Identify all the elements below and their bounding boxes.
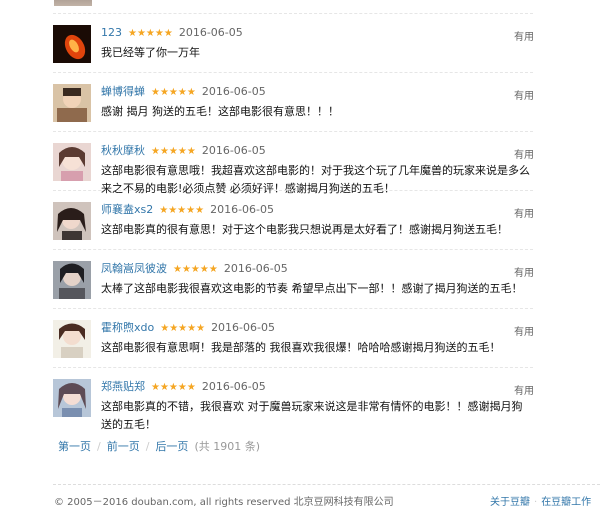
comment-list: 123 ★★★★★ 2016-06-05 有用 我已经等了你一万年 蝉博得蝉 ★★★★… [0, 14, 600, 431]
username-link[interactable]: 郑燕贴郑 [101, 380, 145, 393]
avatar[interactable] [53, 84, 91, 122]
avatar[interactable] [53, 261, 91, 299]
comment-item: 123 ★★★★★ 2016-06-05 有用 我已经等了你一万年 [53, 14, 534, 73]
pager-separator: / [97, 440, 101, 453]
rating-stars: ★★★★★ [151, 382, 196, 393]
comment-date: 2016-06-05 [223, 262, 288, 275]
comment-text: 太棒了这部电影我很喜欢这电影的节奏 希望早点出下一部！！感谢了揭月狗送的五毛！ [101, 282, 523, 295]
jobs-link[interactable]: 在豆瓣工作 [541, 497, 591, 508]
footer-links: 关于豆瓣 · 在豆瓣工作 [490, 493, 591, 508]
comment-text: 我已经等了你一万年 [101, 46, 200, 59]
footer-separator: · [534, 497, 538, 508]
rating-stars: ★★★★★ [173, 264, 218, 275]
comment-meta: 123 ★★★★★ 2016-06-05 [101, 26, 243, 41]
useful-button[interactable]: 有用 [514, 264, 534, 279]
username-link[interactable]: 蝉博得蝉 [101, 85, 145, 98]
username-link[interactable]: 凤翰嵩凤彼波 [101, 262, 167, 275]
rating-stars: ★★★★★ [151, 87, 196, 98]
comment-text: 这部电影很有意思啊！我是部落的 我很喜欢我很爆！哈哈哈感谢揭月狗送的五毛！ [101, 341, 501, 354]
rating-stars: ★★★★★ [160, 323, 206, 334]
comment-date: 2016-06-05 [178, 26, 243, 39]
comment-date: 2016-06-05 [211, 321, 275, 334]
next-page-link[interactable]: 后一页 [155, 440, 188, 453]
about-link[interactable]: 关于豆瓣 [490, 497, 530, 508]
pager-separator: / [145, 440, 150, 453]
username-link[interactable]: 霍称煦xdo [101, 321, 154, 334]
comment-item: 凤翰嵩凤彼波 ★★★★★ 2016-06-05 有用 太棒了这部电影我很喜欢这电影的… [53, 250, 534, 309]
comment-meta: 凤翰嵩凤彼波 ★★★★★ 2016-06-05 [101, 262, 288, 277]
comment-item: 蝉博得蝉 ★★★★★ 2016-06-05 有用 感谢 揭月 狗送的五毛！这部电影很… [53, 73, 534, 132]
comment-text: 感谢 揭月 狗送的五毛！这部电影很有意思！！！ [101, 105, 339, 118]
comment-date: 2016-06-05 [201, 85, 266, 98]
comment-text: 这部电影真的不错，我很喜欢 对于魔兽玩家来说这是非常有情怀的电影！！感谢揭月狗送… [101, 400, 523, 431]
comment-meta: 霍称煦xdo ★★★★★ 2016-06-05 [101, 321, 275, 336]
pagination: 第一页 / 前一页 / 后一页 (共 1901 条) [58, 438, 260, 454]
prev-page-link[interactable]: 前一页 [107, 440, 140, 453]
comment-meta: 秋秋摩秋 ★★★★★ 2016-06-05 [101, 144, 266, 159]
comment-item: 霍称煦xdo ★★★★★ 2016-06-05 有用 这部电影很有意思啊！我是部落的… [53, 309, 534, 368]
avatar[interactable] [53, 202, 91, 240]
useful-button[interactable]: 有用 [514, 382, 534, 397]
useful-button[interactable]: 有用 [514, 28, 534, 43]
comment-date: 2016-06-05 [201, 380, 266, 393]
comment-date: 2016-06-05 [201, 144, 266, 157]
useful-button[interactable]: 有用 [514, 323, 534, 338]
rating-stars: ★★★★★ [128, 28, 173, 39]
comment-text: 这部电影真的很有意思！对于这个电影我只想说再是太好看了！感谢揭月狗送五毛！ [101, 223, 508, 236]
username-link[interactable]: 123 [101, 26, 122, 39]
comment-date: 2016-06-05 [210, 203, 275, 216]
avatar[interactable] [53, 320, 91, 358]
rating-stars: ★★★★★ [151, 146, 196, 157]
previous-comment-fragment [0, 0, 600, 14]
comment-item: 郑燕贴郑 ★★★★★ 2016-06-05 有用 这部电影真的不错，我很喜欢 对于魔… [53, 368, 534, 431]
avatar[interactable] [53, 379, 91, 417]
useful-button[interactable]: 有用 [514, 205, 534, 220]
comment-meta: 郑燕贴郑 ★★★★★ 2016-06-05 [101, 380, 266, 395]
footer-divider [53, 484, 600, 486]
rating-stars: ★★★★★ [159, 205, 205, 216]
comment-meta: 蝉博得蝉 ★★★★★ 2016-06-05 [101, 85, 266, 100]
username-link[interactable]: 师襄盍xs2 [101, 203, 153, 216]
avatar[interactable] [54, 0, 92, 6]
comment-meta: 师襄盍xs2 ★★★★★ 2016-06-05 [101, 203, 274, 218]
avatar[interactable] [53, 25, 91, 63]
first-page-link[interactable]: 第一页 [58, 440, 91, 453]
total-count: (共 1901 条) [194, 440, 261, 453]
comment-item: 秋秋摩秋 ★★★★★ 2016-06-05 有用 这部电影很有意思哦！我超喜欢这部电… [53, 132, 534, 195]
footer-copyright: © 2005－2016 douban.com, all rights reser… [54, 497, 394, 508]
avatar[interactable] [53, 143, 91, 181]
username-link[interactable]: 秋秋摩秋 [101, 144, 145, 157]
useful-button[interactable]: 有用 [514, 146, 534, 161]
useful-button[interactable]: 有用 [514, 87, 534, 102]
comment-item: 师襄盍xs2 ★★★★★ 2016-06-05 有用 这部电影真的很有意思！对于这个… [53, 191, 534, 250]
